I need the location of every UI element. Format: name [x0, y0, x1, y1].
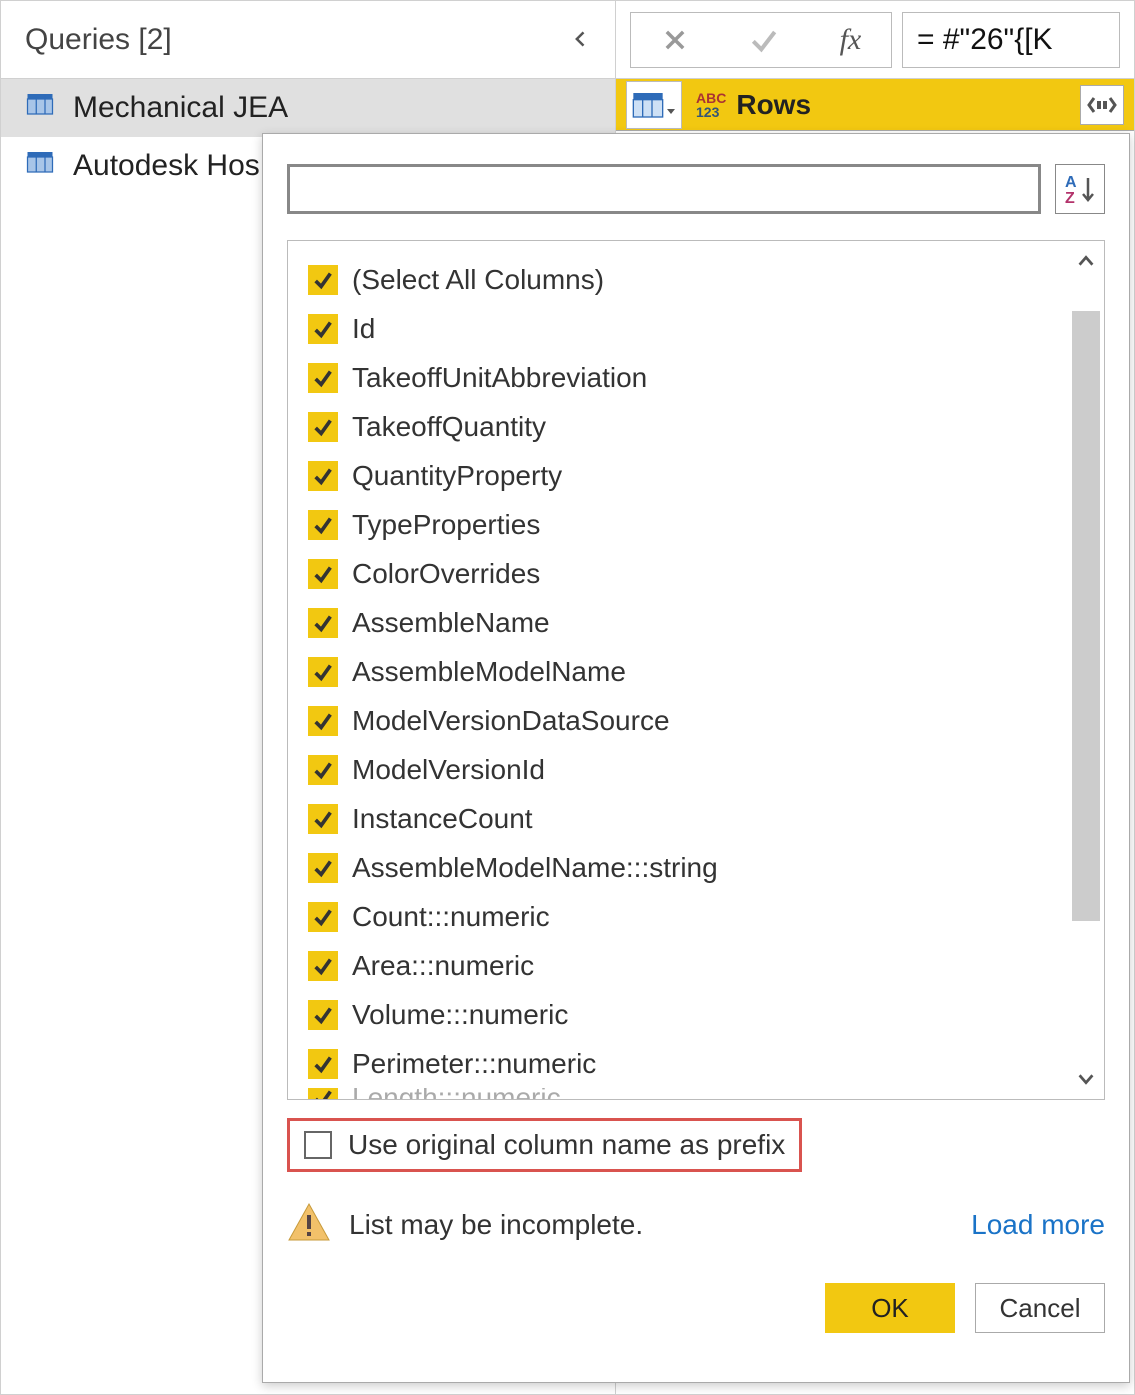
cancel-formula-icon[interactable]: [661, 26, 689, 54]
column-option-label: Perimeter:::numeric: [352, 1048, 596, 1080]
checkbox-checked-icon[interactable]: [308, 363, 338, 393]
table-options-button[interactable]: [626, 81, 682, 129]
accept-formula-icon[interactable]: [748, 24, 780, 56]
column-option-label: Length:::numeric: [352, 1088, 561, 1100]
checkbox-checked-icon[interactable]: [308, 314, 338, 344]
column-option-label: Id: [352, 313, 375, 345]
checkbox-checked-icon[interactable]: [308, 706, 338, 736]
scrollbar[interactable]: [1068, 241, 1104, 1099]
checkbox-checked-icon[interactable]: [308, 412, 338, 442]
column-option[interactable]: AssembleName: [298, 598, 1094, 647]
prefix-checkbox[interactable]: [304, 1131, 332, 1159]
checkbox-checked-icon[interactable]: [308, 755, 338, 785]
column-option-label: AssembleModelName: [352, 656, 626, 688]
checkbox-checked-icon[interactable]: [308, 657, 338, 687]
expand-column-dropdown: AZ (Select All Columns) Id TakeoffUnitAbbr…: [262, 133, 1130, 1383]
prefix-option-row[interactable]: Use original column name as prefix: [287, 1118, 802, 1172]
column-option[interactable]: Perimeter:::numeric: [298, 1039, 1094, 1088]
column-option[interactable]: ColorOverrides: [298, 549, 1094, 598]
cancel-button[interactable]: Cancel: [975, 1283, 1105, 1333]
column-option[interactable]: TakeoffUnitAbbreviation: [298, 353, 1094, 402]
any-type-icon: ABC123: [696, 91, 726, 119]
column-option[interactable]: Volume:::numeric: [298, 990, 1094, 1039]
load-more-link[interactable]: Load more: [971, 1209, 1105, 1241]
formula-bar-input[interactable]: = #"26"{[K: [902, 12, 1120, 68]
column-option-label: Area:::numeric: [352, 950, 534, 982]
warning-text: List may be incomplete.: [349, 1209, 953, 1241]
column-option[interactable]: Area:::numeric: [298, 941, 1094, 990]
checkbox-checked-icon[interactable]: [308, 902, 338, 932]
queries-title: Queries [2]: [25, 23, 172, 57]
checkbox-checked-icon[interactable]: [308, 608, 338, 638]
checkbox-checked-icon[interactable]: [308, 1088, 338, 1100]
query-item-label: Mechanical JEA: [73, 91, 288, 125]
column-option[interactable]: TakeoffQuantity: [298, 402, 1094, 451]
checkbox-checked-icon[interactable]: [308, 853, 338, 883]
checkbox-checked-icon[interactable]: [308, 1049, 338, 1079]
column-option-label: AssembleModelName:::string: [352, 852, 718, 884]
column-option[interactable]: QuantityProperty: [298, 451, 1094, 500]
table-icon: [25, 147, 55, 185]
column-option-label: ColorOverrides: [352, 558, 540, 590]
formula-toolbar: fx: [630, 12, 892, 68]
column-option-label: ModelVersionDataSource: [352, 705, 670, 737]
prefix-label: Use original column name as prefix: [348, 1129, 785, 1161]
column-name-label: Rows: [736, 89, 1070, 121]
column-option[interactable]: Id: [298, 304, 1094, 353]
checkbox-checked-icon[interactable]: [308, 1000, 338, 1030]
column-option[interactable]: Count:::numeric: [298, 892, 1094, 941]
checkbox-checked-icon[interactable]: [308, 461, 338, 491]
column-option-label: AssembleName: [352, 607, 550, 639]
fx-icon[interactable]: fx: [840, 23, 862, 57]
column-header-rows: ABC123 Rows: [616, 79, 1134, 131]
column-option-label: TakeoffUnitAbbreviation: [352, 362, 647, 394]
query-item-label: Autodesk Hos: [73, 149, 260, 183]
column-search-input[interactable]: [287, 164, 1041, 214]
column-option-label: TypeProperties: [352, 509, 540, 541]
column-option-label: ModelVersionId: [352, 754, 545, 786]
checkbox-checked-icon[interactable]: [308, 804, 338, 834]
column-option-label: Volume:::numeric: [352, 999, 568, 1031]
column-option-label: (Select All Columns): [352, 264, 604, 296]
checkbox-checked-icon[interactable]: [308, 510, 338, 540]
column-option-partial[interactable]: Length:::numeric: [298, 1088, 1094, 1100]
scroll-up-icon[interactable]: [1068, 243, 1104, 279]
ok-button[interactable]: OK: [825, 1283, 955, 1333]
query-item-mechanical-jea[interactable]: Mechanical JEA: [1, 79, 615, 137]
expand-column-button[interactable]: [1080, 85, 1124, 125]
queries-pane-header: Queries [2]: [1, 1, 616, 78]
column-option[interactable]: AssembleModelName:::string: [298, 843, 1094, 892]
table-icon: [25, 89, 55, 127]
warning-icon: [287, 1200, 331, 1249]
column-option[interactable]: ModelVersionId: [298, 745, 1094, 794]
column-option[interactable]: TypeProperties: [298, 500, 1094, 549]
column-option[interactable]: ModelVersionDataSource: [298, 696, 1094, 745]
column-checklist: (Select All Columns) Id TakeoffUnitAbbrevi…: [287, 240, 1105, 1100]
column-option[interactable]: InstanceCount: [298, 794, 1094, 843]
column-option[interactable]: (Select All Columns): [298, 255, 1094, 304]
checkbox-checked-icon[interactable]: [308, 265, 338, 295]
column-option-label: QuantityProperty: [352, 460, 562, 492]
column-option-label: InstanceCount: [352, 803, 533, 835]
scroll-down-icon[interactable]: [1068, 1061, 1104, 1097]
svg-text:Z: Z: [1065, 190, 1075, 206]
column-option[interactable]: AssembleModelName: [298, 647, 1094, 696]
collapse-chevron-icon[interactable]: [571, 23, 591, 57]
scroll-thumb[interactable]: [1072, 311, 1100, 921]
checkbox-checked-icon[interactable]: [308, 559, 338, 589]
sort-az-button[interactable]: AZ: [1055, 164, 1105, 214]
column-option-label: Count:::numeric: [352, 901, 550, 933]
column-option-label: TakeoffQuantity: [352, 411, 546, 443]
svg-text:A: A: [1065, 174, 1077, 191]
checkbox-checked-icon[interactable]: [308, 951, 338, 981]
